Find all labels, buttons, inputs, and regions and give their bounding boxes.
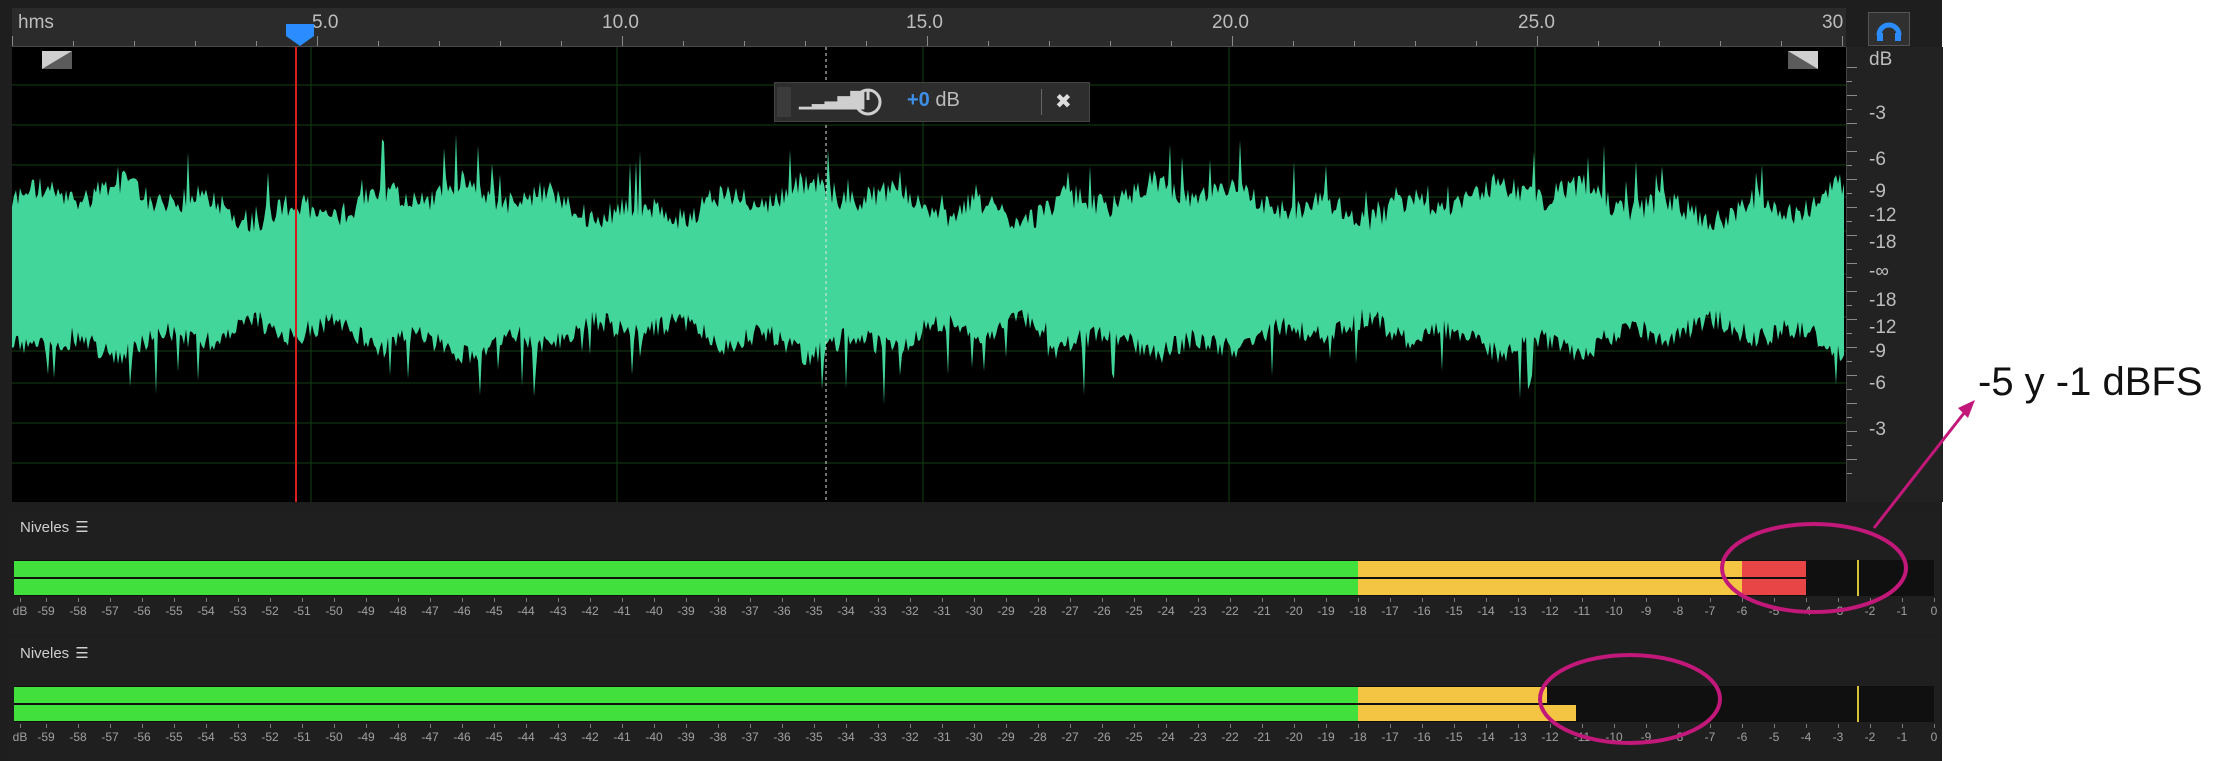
annotation-overlay xyxy=(1538,400,1975,745)
annotation-circle-2 xyxy=(1538,653,1722,745)
annotation-arrow-line xyxy=(1872,407,1970,529)
annotation-circle-1 xyxy=(1720,522,1908,614)
annotation-label: -5 y -1 dBFS xyxy=(1978,360,2203,404)
